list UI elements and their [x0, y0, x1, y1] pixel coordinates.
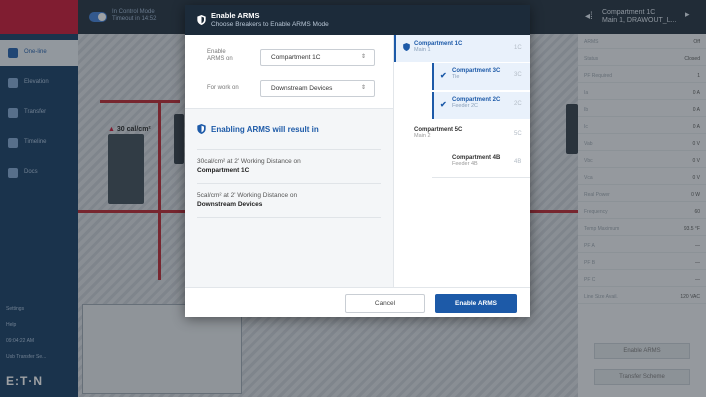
tree-item-code: 5C [514, 131, 522, 137]
divider [197, 183, 381, 184]
tree-item-compartment-2c[interactable]: Compartment 2C Feeder 2C 2C [452, 97, 528, 109]
select-caret-icon: ⇕ [360, 85, 366, 91]
tree-item-compartment-5c[interactable]: Compartment 5C Main 2 5C [414, 127, 526, 139]
select-value: Downstream Devices [271, 85, 333, 92]
enable-arms-button[interactable]: Enable ARMS [435, 294, 517, 313]
tree-item-code: 3C [514, 72, 522, 78]
result-1-target: Compartment 1C [197, 167, 250, 174]
cancel-button[interactable]: Cancel [345, 294, 425, 313]
shield-icon [403, 43, 410, 51]
divider [197, 217, 381, 218]
checkmark-icon: ✔ [440, 100, 447, 109]
enable-arms-dialog: Enable ARMS Choose Breakers to Enable AR… [185, 5, 530, 317]
tree-item-sub: Main 1 [414, 47, 431, 53]
divider [432, 177, 530, 178]
dialog-footer: Cancel Enable ARMS [185, 287, 530, 317]
tree-item-code: 1C [514, 45, 522, 51]
enable-arms-on-label: Enable ARMS on [207, 49, 233, 62]
enable-arms-on-select[interactable]: Compartment 1C ⇕ [260, 49, 375, 66]
dialog-subtitle: Choose Breakers to Enable ARMS Mode [211, 21, 329, 28]
shield-icon [197, 15, 206, 25]
work-on-select[interactable]: Downstream Devices ⇕ [260, 80, 375, 97]
arms-result-panel: Enabling ARMS will result in 30cal/cm² a… [185, 108, 393, 287]
tree-item-compartment-1c[interactable]: Compartment 1C Main 1 1C [414, 41, 524, 53]
tree-item-compartment-3c[interactable]: Compartment 3C Tie 3C [452, 68, 528, 80]
result-heading: Enabling ARMS will result in [211, 125, 319, 134]
tree-item-compartment-4b[interactable]: Compartment 4B Feeder 4B 4B [452, 155, 528, 167]
tree-item-selected-bar [432, 92, 434, 119]
tree-item-code: 2C [514, 101, 522, 107]
breaker-tree: Compartment 1C Main 1 1C ✔ Compartment 3… [393, 35, 530, 287]
tree-item-selected-bar [432, 63, 434, 90]
select-caret-icon: ⇕ [360, 54, 366, 60]
result-2-target: Downstream Devices [197, 201, 263, 208]
shield-icon [197, 124, 206, 134]
tree-item-sub: Main 2 [414, 133, 431, 139]
result-1-text: 30cal/cm² at 2' Working Distance on [197, 158, 301, 165]
select-value: Compartment 1C [271, 54, 321, 61]
tree-item-code: 4B [514, 159, 522, 165]
divider [197, 149, 381, 150]
dialog-header: Enable ARMS Choose Breakers to Enable AR… [185, 5, 530, 35]
tree-item-selected-bar [394, 35, 396, 62]
result-2-text: 5cal/cm² at 2' Working Distance on [197, 192, 298, 199]
dialog-title: Enable ARMS [211, 11, 260, 20]
checkmark-icon: ✔ [440, 71, 447, 80]
arms-options: Enable ARMS on Compartment 1C ⇕ For work… [185, 35, 393, 287]
work-on-label: For work on [207, 85, 239, 91]
